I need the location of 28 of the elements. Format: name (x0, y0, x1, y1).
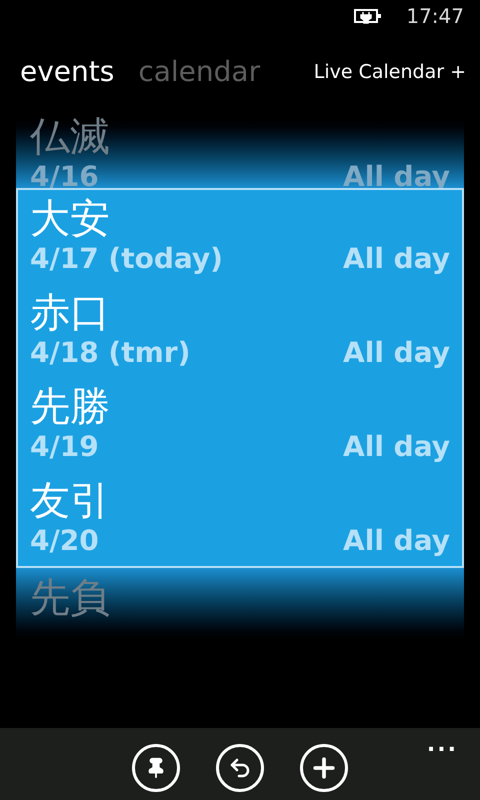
event-time: All day (343, 241, 450, 277)
event-date: 4/17 (today) (30, 241, 223, 277)
event-date: 4/19 (30, 429, 99, 465)
event-date: 4/18 (tmr) (30, 335, 190, 371)
event-time: All day (343, 429, 450, 465)
event-title: 友引 (30, 479, 111, 523)
undo-button[interactable] (216, 744, 264, 792)
event-date: 4/20 (30, 523, 99, 559)
event-title: 先勝 (30, 385, 111, 429)
event-title: 赤口 (30, 291, 111, 335)
clock-time: 17:47 (406, 3, 464, 30)
pivot-tab[interactable]: calendar (138, 51, 260, 93)
event-item[interactable]: 赤口 4/18 (tmr) All day (18, 284, 462, 378)
calendar-account[interactable]: Live Calendar + (314, 58, 466, 86)
undo-icon (228, 756, 252, 780)
event-title: 大安 (30, 197, 111, 241)
event-item[interactable]: 友引 4/20 All day (18, 472, 462, 566)
event-item[interactable]: 仏滅 4/16 All day (16, 115, 464, 188)
event-item[interactable]: 先勝 4/19 All day (18, 378, 462, 472)
event-title: 仏滅 (30, 115, 111, 159)
event-time: All day (343, 335, 450, 371)
add-button[interactable] (300, 744, 348, 792)
more-button[interactable]: ... (426, 728, 458, 761)
event-time: All day (343, 523, 450, 559)
pivot-tab[interactable]: events (20, 51, 114, 93)
battery-icon (354, 8, 382, 24)
pin-button[interactable] (132, 744, 180, 792)
event-title: 先負 (30, 576, 111, 620)
